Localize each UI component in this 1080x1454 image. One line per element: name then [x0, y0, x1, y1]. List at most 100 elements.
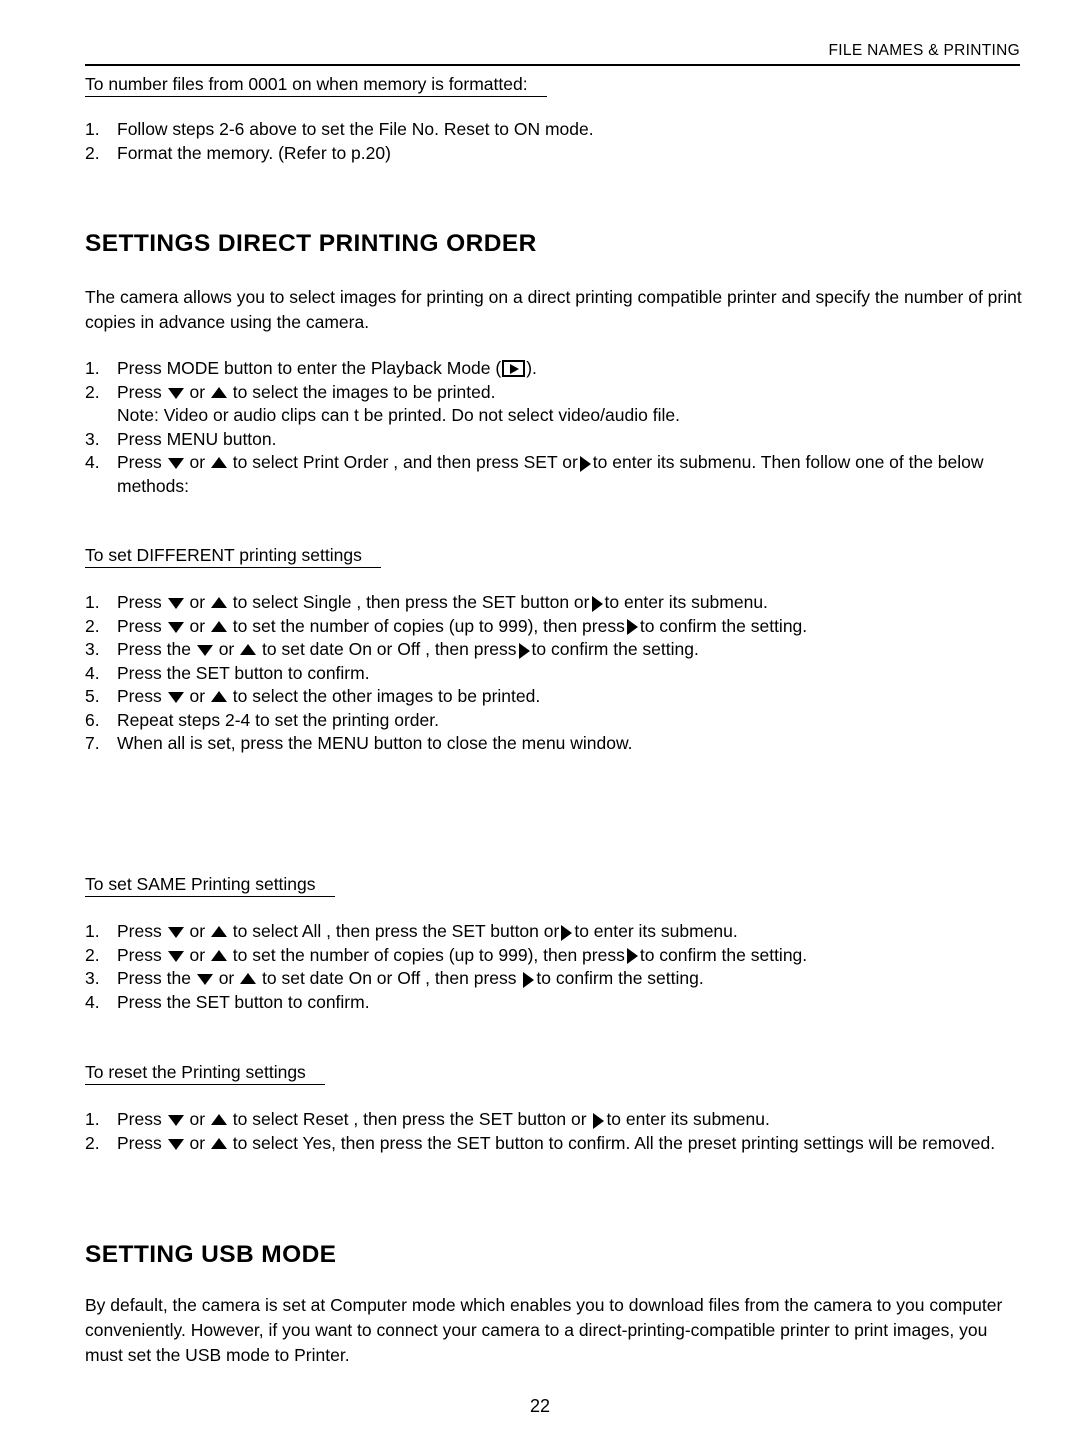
list-text: Press MENU button. — [117, 428, 277, 449]
list-text: Repeat steps 2-4 to set the printing ord… — [117, 709, 439, 730]
list-item: 1. Follow steps 2-6 above to set the File… — [85, 118, 1030, 142]
list-text: Press the SET button to confirm. — [117, 662, 370, 683]
triangle-up-icon — [210, 620, 227, 632]
list-item: 4. Press the SET button to confirm. — [85, 991, 1030, 1015]
triangle-right-icon — [518, 642, 530, 659]
intro-step-list: 1. Follow steps 2-6 above to set the File… — [85, 118, 1030, 165]
list-text: to select Single , then press the SET bu… — [232, 592, 590, 612]
reset-steps: 1. Press or to select Reset , then press … — [85, 1108, 1030, 1155]
list-text: or — [218, 639, 235, 659]
page-title-print-order: SETTINGS DIRECT PRINTING ORDER — [85, 230, 537, 257]
list-item: 2. Press or to set the number of copies (… — [85, 944, 1030, 968]
list-number: 3. — [85, 968, 100, 988]
list-text: to select All , then press the SET butto… — [232, 921, 560, 941]
list-text: Follow steps 2-6 above to set the File N… — [117, 119, 594, 139]
list-text: to confirm the setting. — [639, 944, 808, 965]
triangle-up-icon — [210, 1114, 227, 1126]
triangle-down-icon — [167, 387, 184, 399]
triangle-down-icon — [167, 950, 184, 962]
intro-subheading-text: To number files from 0001 on when memory… — [85, 74, 528, 97]
list-text: or — [189, 944, 206, 965]
reset-subheading-underline-tail — [305, 1062, 326, 1085]
list-number: 6. — [85, 709, 100, 730]
list-number: 2. — [85, 381, 100, 402]
list-item: 2. Press or to set the number of copies (… — [85, 615, 1030, 639]
triangle-down-icon — [167, 458, 184, 470]
same-step-list: 1. Press or to select All , then press th… — [85, 920, 1030, 1014]
reset-subheading-text: To reset the Printing settings — [85, 1062, 306, 1085]
list-number: 2. — [85, 615, 100, 636]
list-number: 1. — [85, 921, 100, 941]
triangle-down-icon — [167, 621, 184, 633]
list-text: to enter its submenu. — [604, 592, 768, 612]
list-text: Press — [117, 615, 162, 636]
list-text: Press the — [117, 639, 191, 659]
list-item: 5. Press or to select the other images to… — [85, 685, 1030, 709]
triangle-up-icon — [210, 1137, 227, 1149]
list-text: or — [189, 686, 206, 706]
manual-page: FILE NAMES & PRINTING To number files fr… — [0, 0, 1080, 1454]
triangle-up-icon — [210, 386, 227, 398]
triangle-down-icon — [167, 927, 184, 939]
note-line: Note: Video or audio clips can t be prin… — [117, 405, 680, 425]
triangle-up-icon — [210, 926, 227, 938]
same-subheading: To set SAME Printing settings — [85, 872, 1030, 897]
list-number: 1. — [85, 119, 100, 139]
triangle-down-icon — [196, 645, 213, 657]
different-step-list: 1. Press or to select Single , then press… — [85, 591, 1030, 756]
triangle-up-icon — [210, 691, 227, 703]
list-number: 4. — [85, 991, 100, 1012]
list-text: to set the number of copies (up to 999),… — [232, 615, 625, 636]
list-text-tail: ). — [526, 358, 537, 378]
list-text: to set date On or Off , then press — [262, 968, 517, 988]
list-text: or — [189, 1132, 206, 1153]
triangle-right-icon — [626, 948, 638, 965]
list-number: 1. — [85, 1109, 100, 1129]
running-header: FILE NAMES & PRINTING — [828, 42, 1020, 59]
list-item: 7. When all is set, press the MENU button… — [85, 732, 1030, 756]
list-text: or — [189, 1109, 206, 1129]
list-text: Press MODE button to enter the Playback … — [117, 358, 502, 378]
list-text: or — [189, 921, 206, 941]
triangle-down-icon — [167, 598, 184, 610]
list-text: When all is set, press the MENU button t… — [117, 733, 633, 753]
list-number: 7. — [85, 733, 100, 753]
list-text: to set the number of copies (up to 999),… — [232, 944, 625, 965]
triangle-up-icon — [240, 973, 257, 985]
list-text: to confirm the setting. — [639, 615, 808, 636]
print-order-intro-paragraph: The camera allows you to select images f… — [85, 287, 1022, 332]
triangle-down-icon — [167, 1138, 184, 1150]
list-text: Press — [117, 381, 162, 402]
list-text: to confirm the setting. — [536, 968, 704, 988]
triangle-up-icon — [240, 644, 257, 656]
list-item: 3. Press the or to set date On or Off , t… — [85, 638, 1030, 662]
reset-step-list: 1. Press or to select Reset , then press … — [85, 1108, 1030, 1155]
list-number: 4. — [85, 662, 100, 683]
reset-subheading: To reset the Printing settings — [85, 1060, 1030, 1085]
list-text: to enter its submenu. — [574, 921, 738, 941]
list-item: 4. Press or to select Print Order , and t… — [85, 451, 1030, 498]
list-text: to select Yes, then press the SET button… — [232, 1132, 996, 1153]
triangle-right-icon — [579, 455, 591, 472]
list-number: 2. — [85, 142, 100, 163]
triangle-right-icon — [561, 924, 573, 941]
page-title-usb-mode: SETTING USB MODE — [85, 1241, 337, 1268]
list-number: 1. — [85, 358, 100, 378]
list-item: 2. Press or to select Yes, then press the… — [85, 1132, 1030, 1156]
list-text: Press — [117, 1109, 162, 1129]
list-text: to select Reset , then press the SET but… — [232, 1109, 587, 1129]
list-text: or — [218, 968, 235, 988]
usb-mode-paragraph: By default, the camera is set at Compute… — [85, 1295, 1003, 1365]
playback-icon — [502, 360, 526, 377]
list-text: Press the — [117, 968, 191, 988]
list-item: 6. Repeat steps 2-4 to set the printing o… — [85, 709, 1030, 733]
list-text: to select the other images to be printed… — [232, 686, 541, 706]
list-item: 1. Press or to select All , then press th… — [85, 920, 1030, 944]
list-text: or — [189, 381, 206, 402]
list-text: to select the images to be printed. — [232, 381, 496, 402]
list-number: 4. — [85, 452, 100, 472]
list-item: 2. Format the memory. (Refer to p.20) — [85, 142, 1030, 166]
intro-subheading-underline-tail — [527, 74, 548, 97]
list-number: 3. — [85, 639, 100, 659]
same-steps: 1. Press or to select All , then press th… — [85, 920, 1030, 1014]
